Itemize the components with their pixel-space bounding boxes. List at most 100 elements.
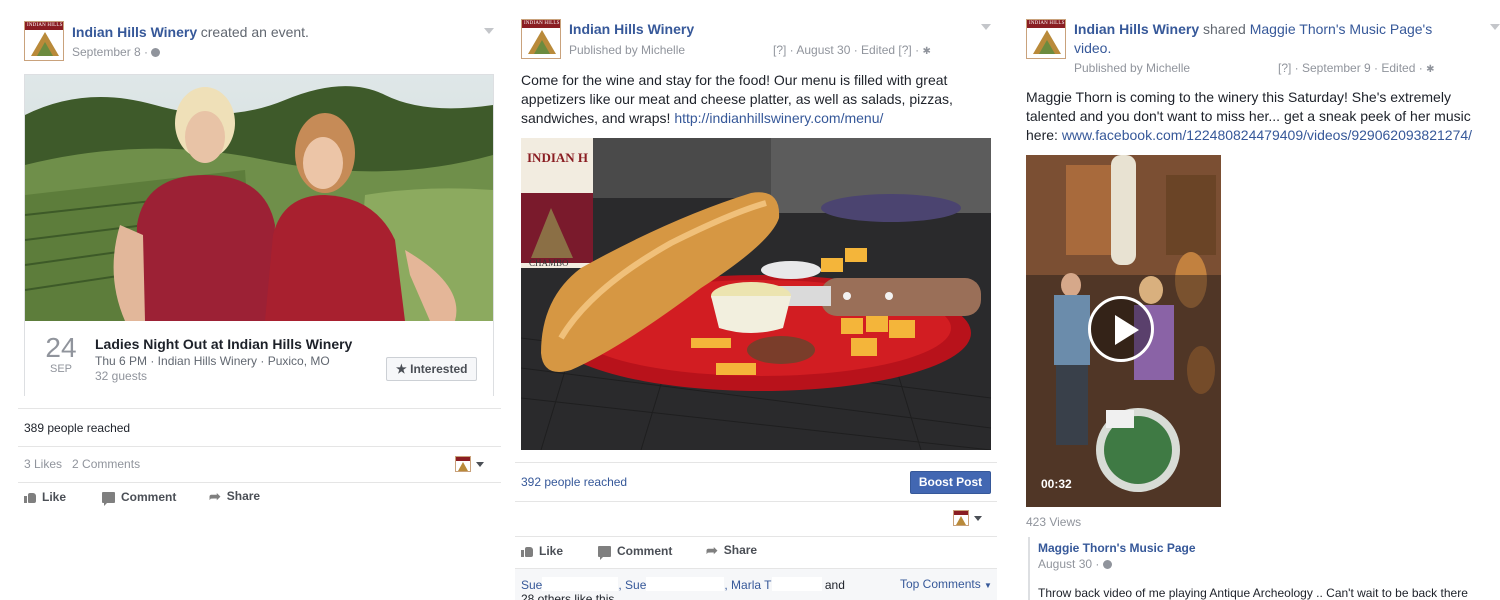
like-label: Like (42, 490, 67, 504)
post-date-text[interactable]: September 8 · (72, 45, 148, 59)
engagement-counts: 3 Likes 2 Comments (24, 457, 140, 471)
menu-post: INDIAN HILLS Indian Hills Winery Publish… (515, 0, 997, 600)
boost-post-button[interactable]: Boost Post (910, 471, 991, 494)
quote-bar (1028, 537, 1030, 600)
comment-button[interactable]: Comment (598, 544, 673, 560)
gear-icon[interactable]: ✱ (1426, 64, 1434, 75)
shared-page-name[interactable]: Maggie Thorn's Music Page (1038, 541, 1196, 555)
thumbs-up-icon (24, 491, 36, 503)
liker-name-3[interactable]: , Marla T (724, 578, 771, 592)
shared-date: August 30 · (1038, 557, 1112, 571)
liker-name-1[interactable]: Sue (521, 578, 542, 592)
page-name-link[interactable]: Indian Hills Winery (1074, 21, 1199, 37)
post-body: Maggie Thorn is coming to the winery thi… (1026, 88, 1496, 145)
event-photo[interactable] (25, 75, 493, 321)
event-card[interactable]: 24 SEP Ladies Night Out at Indian Hills … (24, 74, 494, 396)
likers-others[interactable]: 28 others like this. (521, 592, 618, 600)
post-header: Indian Hills Winery shared Maggie Thorn'… (1074, 20, 1474, 58)
thumbs-up-icon (521, 545, 533, 557)
post-meta: [?] · September 9 · Edited · ✱ (1278, 61, 1434, 75)
caret-down-icon[interactable] (476, 462, 484, 467)
globe-icon (151, 48, 161, 57)
divider (18, 446, 501, 447)
video-url-link[interactable]: www.facebook.com/122480824479409/videos/… (1062, 127, 1472, 143)
like-label: Like (539, 544, 564, 558)
likes-count[interactable]: 3 Likes (24, 457, 62, 471)
page-logo[interactable]: INDIAN HILLS (1026, 19, 1066, 59)
post-meta-text[interactable]: [?] · August 30 · Edited [?] · (773, 43, 919, 57)
like-button[interactable]: Like (521, 544, 563, 558)
play-icon (1115, 315, 1139, 345)
event-title[interactable]: Ladies Night Out at Indian Hills Winery (95, 336, 352, 352)
chevron-down-icon[interactable] (484, 28, 494, 34)
divider (515, 501, 997, 502)
shared-text: shared (1199, 21, 1250, 37)
shared-post-text: Throw back video of me playing Antique A… (1038, 586, 1468, 600)
published-by: Published by Michelle (569, 43, 686, 57)
views-count: 423 Views (1026, 515, 1082, 529)
event-day: 24 (45, 332, 77, 363)
svg-text:INDIAN H: INDIAN H (527, 150, 588, 165)
redacted-block (771, 577, 822, 591)
post-meta: [?] · August 30 · Edited [?] · ✱ (773, 43, 931, 57)
comment-button[interactable]: Comment (102, 490, 176, 506)
play-button[interactable] (1088, 296, 1154, 362)
divider (18, 482, 501, 483)
page-avatar-small[interactable] (953, 510, 969, 526)
caret-down-icon[interactable] (974, 516, 982, 521)
share-icon: ➦ (209, 488, 221, 504)
share-button[interactable]: ➦ Share (209, 489, 260, 503)
chevron-down-icon[interactable] (981, 24, 991, 30)
divider (515, 536, 997, 537)
reach-link[interactable]: 392 people reached (521, 475, 627, 489)
page-name-link[interactable]: Indian Hills Winery (569, 21, 694, 37)
shared-page-link[interactable]: Maggie Thorn's Music Page's (1250, 21, 1433, 37)
interested-label: Interested (410, 362, 468, 376)
share-button[interactable]: ➦ Share (706, 543, 757, 557)
divider (515, 462, 997, 463)
video-link[interactable]: video. (1074, 40, 1111, 56)
star-icon: ★ (396, 362, 407, 376)
shared-date-text[interactable]: August 30 · (1038, 557, 1099, 571)
top-comments-dropdown[interactable]: Top Comments ▼ (900, 577, 992, 591)
comment-label: Comment (617, 544, 673, 558)
page-avatar-small[interactable] (455, 456, 471, 472)
video-player[interactable]: 00:32 (1026, 155, 1221, 507)
post-date: September 8 · (72, 45, 161, 59)
comments-count[interactable]: 2 Comments (72, 457, 140, 471)
page-logo[interactable]: INDIAN HILLS (24, 21, 64, 61)
event-link[interactable]: event. (271, 24, 309, 40)
redacted-block (646, 577, 725, 591)
event-guests: 32 guests (95, 369, 148, 383)
published-by: Published by Michelle (1074, 61, 1191, 75)
page-logo[interactable]: INDIAN HILLS (521, 19, 561, 59)
food-photo[interactable]: INDIAN H CHAMBO (521, 138, 991, 450)
video-duration: 00:32 (1041, 477, 1072, 491)
post-header: Indian Hills Winery created an event. (72, 24, 309, 40)
caret-down-icon: ▼ (984, 581, 992, 590)
interested-button[interactable]: ★ Interested (386, 357, 478, 381)
redacted-block (542, 577, 619, 591)
chevron-down-icon[interactable] (1490, 24, 1500, 30)
menu-link[interactable]: http://indianhillswinery.com/menu/ (674, 110, 883, 126)
event-date-badge: 24 SEP (37, 332, 85, 376)
event-post: INDIAN HILLS Indian Hills Winery created… (18, 0, 501, 600)
page-name-link[interactable]: Indian Hills Winery (72, 24, 197, 40)
liker-name-2[interactable]: , Sue (618, 578, 646, 592)
video-post: INDIAN HILLS Indian Hills Winery shared … (1020, 0, 1500, 600)
reach-text[interactable]: 389 people reached (24, 421, 130, 435)
post-meta-text[interactable]: [?] · September 9 · Edited · (1278, 61, 1423, 75)
share-label: Share (723, 543, 758, 557)
share-label: Share (226, 489, 261, 503)
comment-icon (598, 545, 611, 560)
post-body: Come for the wine and stay for the food!… (521, 71, 989, 128)
gear-icon[interactable]: ✱ (922, 46, 930, 57)
event-details-text: Thu 6 PM · Indian Hills Winery · Puxico,… (95, 354, 330, 368)
top-comments-label: Top Comments (900, 577, 981, 591)
divider (18, 408, 501, 409)
event-month: SEP (49, 363, 72, 375)
likers-line: Sue , Sue , Marla T and (521, 577, 845, 592)
share-icon: ➦ (706, 542, 718, 558)
svg-text:CHAMBO: CHAMBO (529, 258, 569, 268)
like-button[interactable]: Like (24, 490, 66, 504)
